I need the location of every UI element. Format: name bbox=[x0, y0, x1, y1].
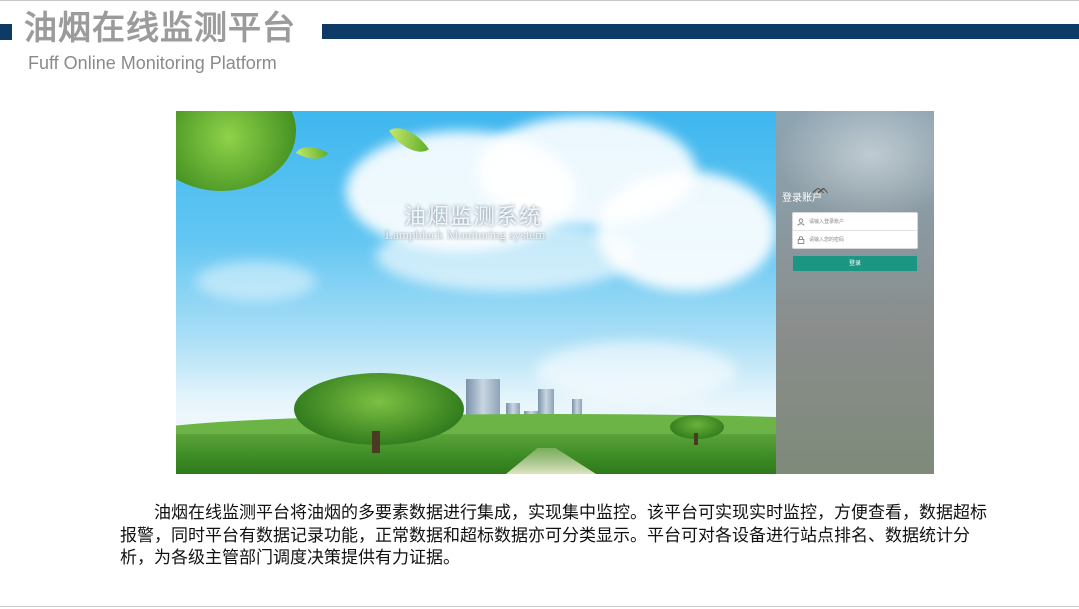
password-input[interactable] bbox=[809, 232, 913, 248]
tree-trunk bbox=[372, 431, 380, 453]
tree-trunk bbox=[694, 433, 698, 445]
bottom-divider bbox=[0, 606, 1079, 607]
description-text: 油烟在线监测平台将油烟的多要素数据进行集成，实现集中监控。该平台可实现实时监控，… bbox=[120, 503, 987, 568]
top-divider bbox=[0, 0, 1079, 1]
login-panel: ᨏ 登录账户 登录 bbox=[776, 111, 934, 474]
title-accent-bar-right bbox=[322, 24, 1079, 39]
login-title: 登录账户 bbox=[782, 193, 822, 204]
user-icon bbox=[793, 213, 809, 231]
username-input[interactable] bbox=[809, 213, 913, 230]
system-screenshot: 油烟监测系统 Lampblack Monitoring system ᨏ 登录账… bbox=[176, 111, 934, 474]
password-row bbox=[793, 231, 917, 249]
title-accent-bar-left bbox=[0, 24, 12, 40]
page-subtitle: Fuff Online Monitoring Platform bbox=[28, 53, 277, 73]
login-form bbox=[792, 212, 918, 249]
login-button[interactable]: 登录 bbox=[793, 256, 917, 271]
lock-icon bbox=[793, 231, 809, 249]
system-subtitle: Lampblack Monitoring system bbox=[385, 227, 546, 242]
username-row bbox=[793, 213, 917, 231]
page-title: 油烟在线监测平台 bbox=[24, 8, 296, 47]
